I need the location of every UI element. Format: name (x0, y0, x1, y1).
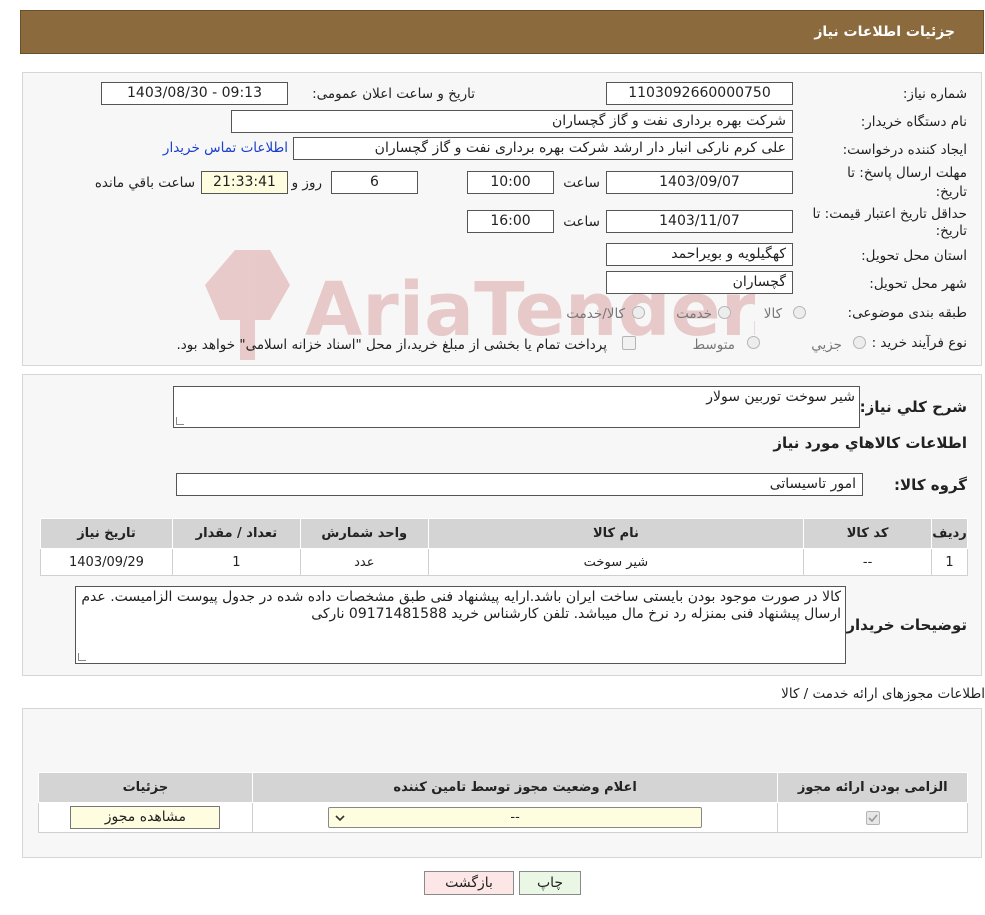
col-code: کد کالا (803, 518, 933, 549)
notes-textarea[interactable]: کالا در صورت موجود بودن بایستی ساخت ایرا… (75, 586, 846, 664)
print-button[interactable]: چاپ (519, 871, 581, 895)
buyer-contact-link[interactable]: اطلاعات تماس خریدار (163, 140, 288, 156)
notes-label: توضیحات خریدار: (840, 616, 967, 634)
table-row: -- مشاهده مجوز (38, 802, 968, 833)
category-option-goods-service: کالا/خدمت (566, 306, 625, 322)
cell-permit-details: مشاهده مجوز (38, 802, 253, 833)
buyer-label: نام دستگاه خریدار: (860, 114, 967, 130)
category-option-service: خدمت (676, 306, 712, 322)
goods-table-header: رديف کد کالا نام کالا واحد شمارش تعداد /… (40, 518, 968, 549)
cell-date: 1403/09/29 (40, 548, 173, 576)
process-label: نوع فرآیند خرید : (871, 335, 967, 351)
col-date: تاریخ نیاز (40, 518, 173, 549)
goods-table: رديف کد کالا نام کالا واحد شمارش تعداد /… (40, 518, 968, 576)
resize-grip-icon[interactable] (78, 653, 86, 661)
deadline-time-label: ساعت (563, 175, 600, 191)
resize-grip-icon[interactable] (176, 417, 184, 425)
validity-date-field: 1403/11/07 (606, 210, 793, 233)
col-unit: واحد شمارش (299, 518, 429, 549)
notes-text: کالا در صورت موجود بودن بایستی ساخت ایرا… (81, 589, 841, 622)
page-title: جزئیات اطلاعات نیاز (814, 24, 955, 40)
permit-status-value: -- (510, 810, 520, 825)
cell-qty: 1 (171, 548, 301, 576)
buyer-field: شرکت بهره برداری نفت و گاز گچساران (231, 110, 793, 133)
announce-label: تاریخ و ساعت اعلان عمومی: (312, 86, 475, 102)
group-field: امور تاسیساتی (176, 473, 863, 496)
need-number-label: شماره نیاز: (902, 86, 967, 102)
remaining-label: ساعت باقي مانده (94, 175, 195, 191)
col-permit-required: الزامی بودن ارائه مجوز (777, 772, 968, 803)
remaining-time-field: 21:33:41 (201, 171, 288, 194)
process-option-minor: جزیي (811, 337, 842, 353)
category-radio-goods-service[interactable] (632, 306, 645, 319)
col-row: رديف (931, 518, 968, 549)
deadline-date-field: 1403/09/07 (606, 171, 793, 194)
permit-status-select[interactable]: -- (328, 807, 703, 828)
col-permit-details: جزئیات (38, 772, 253, 803)
goods-section-title: اطلاعات كالاهاي مورد نياز (773, 434, 967, 452)
treasury-checkbox[interactable] (622, 336, 636, 350)
page-header: جزئیات اطلاعات نیاز (20, 10, 984, 54)
chevron-down-icon (335, 815, 345, 822)
deadline-time-field: 10:00 (467, 171, 554, 194)
process-option-medium: متوسط (692, 337, 735, 353)
group-label: گروه کالا: (894, 476, 967, 494)
process-radio-minor[interactable] (853, 336, 866, 349)
creator-label: ایجاد کننده درخواست: (842, 142, 967, 158)
cell-unit: عدد (299, 548, 429, 576)
category-radio-service[interactable] (718, 306, 731, 319)
category-label: طبقه بندی موضوعی: (847, 305, 967, 321)
table-row: 1 -- شیر سوخت عدد 1 1403/09/29 (40, 548, 968, 576)
permits-table-header: الزامی بودن ارائه مجوز اعلام وضعیت مجوز … (38, 772, 968, 803)
need-number-field: 1103092660000750 (606, 82, 793, 105)
validity-time-label: ساعت (563, 214, 600, 230)
cell-name: شیر سوخت (427, 548, 805, 576)
days-field: 6 (331, 171, 418, 194)
summary-textarea[interactable]: شیر سوخت توربین سولار (173, 386, 860, 428)
process-radio-medium[interactable] (747, 336, 760, 349)
validity-label-text: حداقل تاریخ اعتبار قیمت: تا تاریخ: (812, 206, 967, 239)
cell-permit-required (777, 802, 968, 833)
province-field: کهگیلویه و بویراحمد (606, 243, 793, 266)
province-label: استان محل تحویل: (861, 248, 967, 264)
category-radio-goods[interactable] (793, 306, 806, 319)
city-field: گچساران (606, 271, 793, 294)
check-icon (868, 813, 878, 822)
announce-field: 1403/08/30 - 09:13 (101, 82, 288, 105)
city-label: شهر محل تحویل: (869, 276, 967, 292)
cell-code: -- (803, 548, 933, 576)
col-qty: تعداد / مقدار (171, 518, 301, 549)
category-option-goods: کالا (763, 306, 782, 322)
permits-table: الزامی بودن ارائه مجوز اعلام وضعیت مجوز … (38, 772, 968, 833)
deadline-label: مهلت ارسال پاسخ: تا تاریخ: (837, 164, 967, 202)
cell-permit-status: -- (251, 802, 779, 833)
validity-time-field: 16:00 (467, 210, 554, 233)
summary-label: شرح كلي نياز: (859, 398, 967, 416)
cell-row: 1 (931, 548, 968, 576)
col-name: نام کالا (427, 518, 805, 549)
process-note: پرداخت تمام یا بخشی از مبلغ خرید،از محل … (176, 337, 607, 353)
days-label: روز و (291, 175, 322, 191)
validity-label: حداقل تاریخ اعتبار قیمت: تا تاریخ: (807, 206, 967, 240)
back-button[interactable]: بازگشت (424, 871, 514, 895)
view-permit-button[interactable]: مشاهده مجوز (70, 806, 221, 829)
col-permit-status: اعلام وضعیت مجوز توسط تامین کننده (251, 772, 779, 803)
summary-text: شیر سوخت توربین سولار (706, 389, 855, 405)
permit-required-checkbox[interactable] (865, 810, 880, 825)
permits-title: اطلاعات مجوزهای ارائه خدمت / کالا (781, 686, 985, 702)
deadline-label-text: مهلت ارسال پاسخ: تا تاریخ: (847, 165, 967, 200)
creator-field: علی کرم نارکی انبار دار ارشد شرکت بهره ب… (293, 137, 793, 160)
